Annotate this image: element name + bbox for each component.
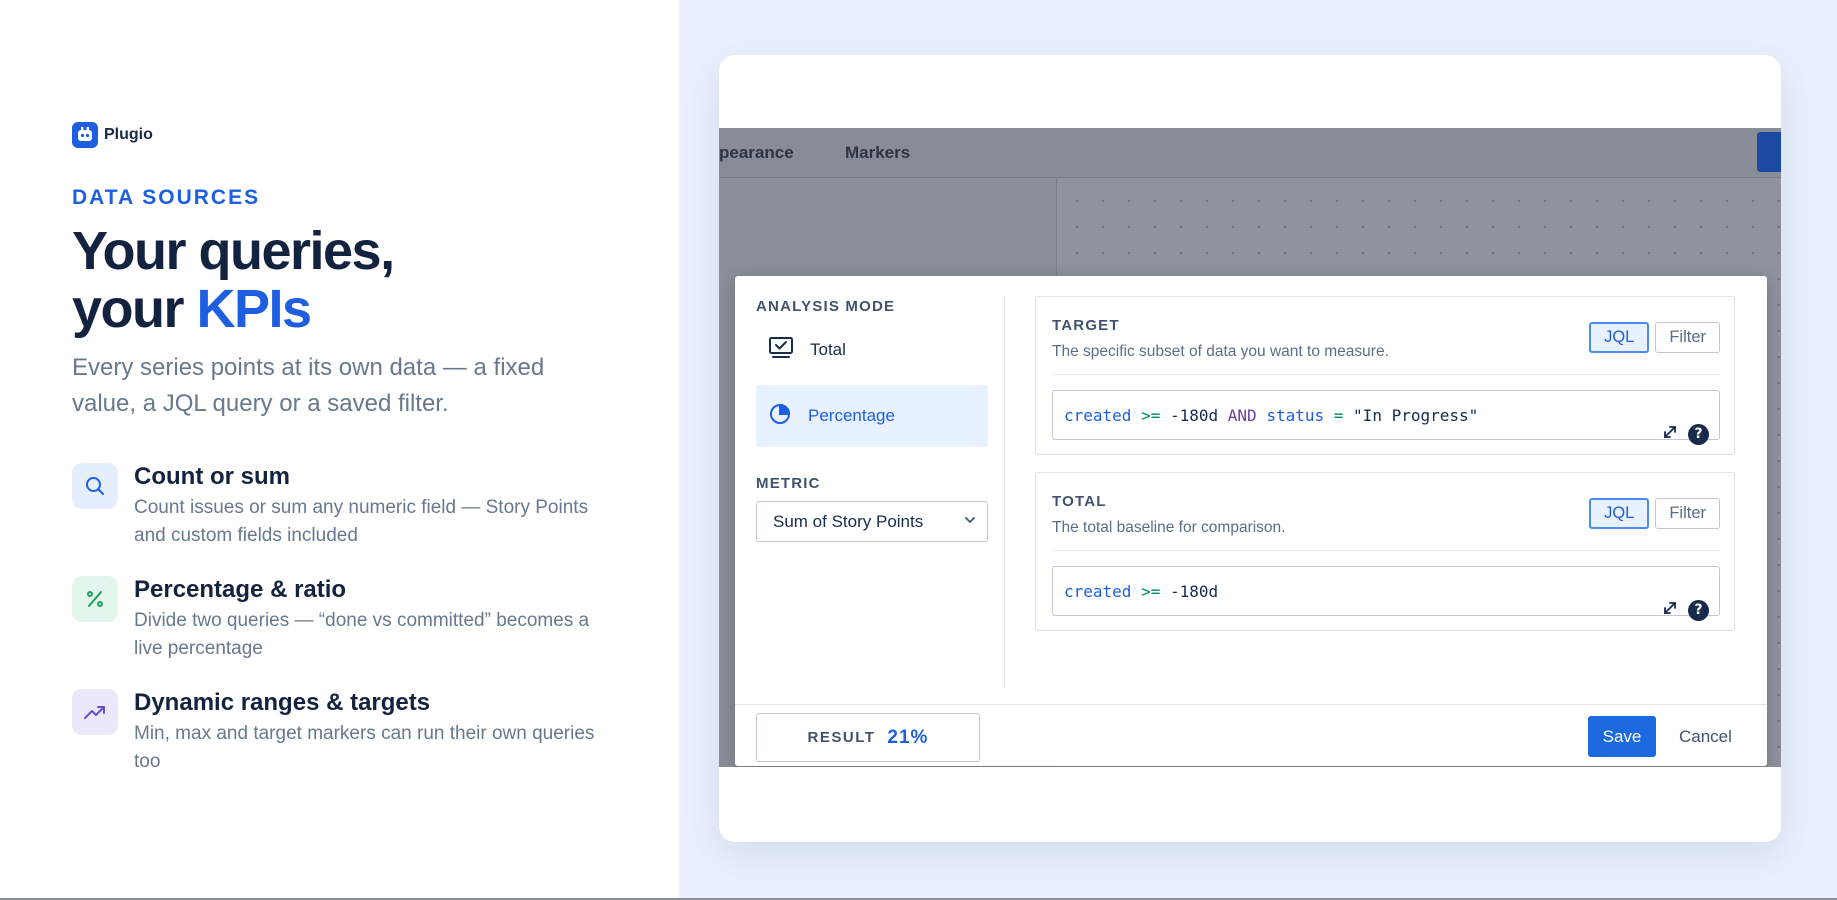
result-box: RESULT 21% xyxy=(756,713,980,762)
cancel-button[interactable]: Cancel xyxy=(1679,716,1732,757)
app-tab-bar: pearance Markers xyxy=(719,128,1781,178)
chevron-down-icon xyxy=(963,512,977,532)
headline-line-1: Your queries, xyxy=(72,221,395,281)
app-backdrop: pearance Markers ANALYSIS MODE Total Per… xyxy=(719,128,1781,767)
total-subtitle: The total baseline for comparison. xyxy=(1052,519,1286,536)
query-token: created xyxy=(1064,405,1132,425)
screenshot-panel: pearance Markers ANALYSIS MODE Total Per… xyxy=(679,0,1837,898)
pie-chart-icon xyxy=(768,402,792,431)
search-icon xyxy=(72,463,118,509)
target-separator xyxy=(1052,374,1720,375)
help-icon[interactable]: ? xyxy=(1688,599,1709,621)
query-token: AND xyxy=(1227,405,1257,425)
total-source-toggle: JQL Filter xyxy=(1589,498,1720,529)
query-token: >= xyxy=(1141,581,1161,601)
brand-name: Plugio xyxy=(104,126,153,143)
modal-footer: RESULT 21% Save Cancel xyxy=(735,704,1767,766)
total-title: TOTAL xyxy=(1052,493,1107,510)
target-jql-toggle[interactable]: JQL xyxy=(1589,322,1650,353)
metric-select[interactable]: Sum of Story Points xyxy=(756,501,988,542)
target-jql-input[interactable]: created >= -180d AND status = "In Progre… xyxy=(1052,390,1720,445)
query-token: >= xyxy=(1141,405,1161,425)
query-token: "In Progress" xyxy=(1353,405,1479,425)
brand: Plugio xyxy=(72,122,153,148)
data-source-modal: ANALYSIS MODE Total Percentage METRIC Su… xyxy=(735,276,1767,766)
total-separator xyxy=(1052,550,1720,551)
app-primary-button[interactable] xyxy=(1757,132,1781,172)
result-value: 21% xyxy=(887,726,929,748)
lead-paragraph: Every series points at its own data — a … xyxy=(72,354,545,417)
tab-appearance[interactable]: pearance xyxy=(719,143,794,163)
screenshot-card: pearance Markers ANALYSIS MODE Total Per… xyxy=(719,55,1781,842)
target-input-actions: ? xyxy=(1508,405,1709,463)
total-input-actions: ? xyxy=(1508,581,1709,639)
analysis-mode-label: ANALYSIS MODE xyxy=(756,298,896,315)
mode-percentage-label: Percentage xyxy=(808,406,895,425)
save-button[interactable]: Save xyxy=(1588,716,1656,757)
feature-desc: Divide two queries — “done vs committed”… xyxy=(134,610,590,659)
feature-desc: Count issues or sum any numeric field — … xyxy=(134,497,589,546)
query-token: created xyxy=(1064,581,1132,601)
feature-count-or-sum: Count or sum Count issues or sum any num… xyxy=(72,463,604,550)
query-token: -180d xyxy=(1160,581,1219,601)
trending-up-icon xyxy=(72,689,118,735)
tab-markers[interactable]: Markers xyxy=(845,143,910,163)
query-token: = xyxy=(1333,405,1344,425)
total-query-card: TOTAL The total baseline for comparison.… xyxy=(1035,472,1735,631)
metric-label: METRIC xyxy=(756,475,821,492)
modal-divider xyxy=(1004,296,1005,688)
plugio-logo-icon xyxy=(72,122,98,148)
total-filter-toggle[interactable]: Filter xyxy=(1655,498,1720,529)
total-query-text: created >= -180d xyxy=(1064,582,1218,601)
headline: Your queries, your KPIs xyxy=(72,221,395,338)
query-token xyxy=(1131,582,1141,601)
mode-total-label: Total xyxy=(810,340,846,359)
result-label: RESULT xyxy=(807,729,876,746)
target-title: TARGET xyxy=(1052,317,1120,334)
target-filter-toggle[interactable]: Filter xyxy=(1655,322,1720,353)
target-source-toggle: JQL Filter xyxy=(1589,322,1720,353)
feature-desc: Min, max and target markers can run thei… xyxy=(134,723,595,772)
query-token xyxy=(1257,406,1267,425)
percent-icon xyxy=(72,576,118,622)
query-token xyxy=(1343,406,1353,425)
section-eyebrow: DATA SOURCES xyxy=(72,186,261,209)
target-subtitle: The specific subset of data you want to … xyxy=(1052,343,1389,360)
query-token: -180d xyxy=(1160,405,1228,425)
marketing-panel: Plugio DATA SOURCES Your queries, your K… xyxy=(0,0,679,898)
target-query-text: created >= -180d AND status = "In Progre… xyxy=(1064,406,1478,425)
total-jql-input[interactable]: created >= -180d ? xyxy=(1052,566,1720,621)
metric-select-value: Sum of Story Points xyxy=(773,511,924,531)
headline-line-2: your KPIs xyxy=(72,280,394,338)
target-query-card: TARGET The specific subset of data you w… xyxy=(1035,296,1735,455)
help-icon[interactable]: ? xyxy=(1688,423,1709,445)
expand-icon[interactable] xyxy=(1508,405,1678,463)
expand-icon[interactable] xyxy=(1508,581,1678,639)
total-jql-toggle[interactable]: JQL xyxy=(1589,498,1650,529)
mode-total[interactable]: Total xyxy=(756,319,988,381)
monitor-check-icon xyxy=(768,336,794,365)
feature-title: Dynamic ranges & targets xyxy=(134,689,431,716)
headline-prefix: your xyxy=(72,279,197,339)
feature-percentage: Percentage & ratio Divide two queries — … xyxy=(72,576,604,663)
modal-sidebar: ANALYSIS MODE Total Percentage METRIC Su… xyxy=(756,298,988,542)
feature-title: Count or sum xyxy=(134,463,290,490)
query-token xyxy=(1131,406,1141,425)
mode-percentage[interactable]: Percentage xyxy=(756,385,988,447)
feature-dynamic-ranges: Dynamic ranges & targets Min, max and ta… xyxy=(72,689,604,776)
query-token: status xyxy=(1266,405,1325,425)
headline-accent: KPIs xyxy=(196,279,313,339)
query-token xyxy=(1324,406,1334,425)
feature-title: Percentage & ratio xyxy=(134,576,347,603)
